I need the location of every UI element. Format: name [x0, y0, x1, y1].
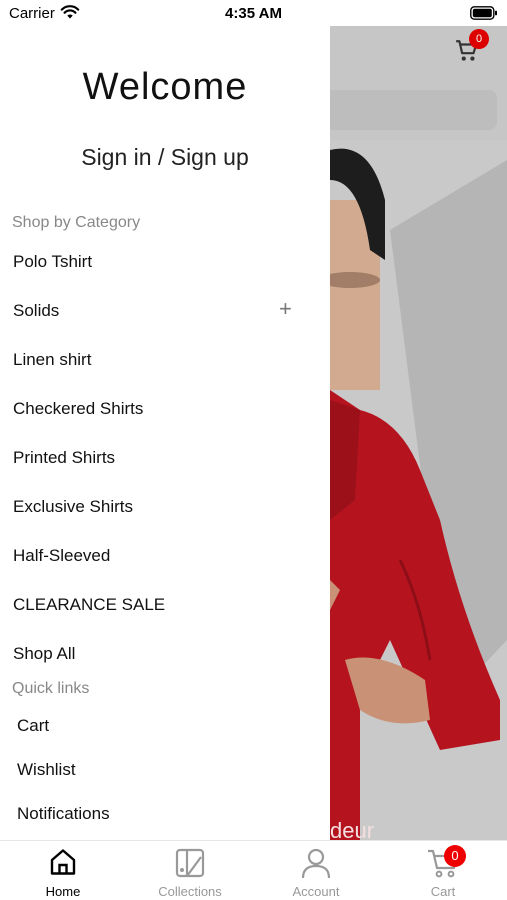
quick-links-label: Quick links: [12, 680, 90, 697]
category-half-sleeved[interactable]: Half-Sleeved: [13, 546, 110, 566]
tab-cart[interactable]: 0 Cart: [380, 841, 506, 900]
tab-account-label: Account: [292, 884, 340, 899]
shop-by-category-label: Shop by Category: [12, 214, 141, 231]
hero-banner-text: deur: [330, 818, 375, 840]
category-linen-shirt[interactable]: Linen shirt: [13, 350, 91, 370]
cart-icon: [380, 847, 506, 881]
cart-badge: 0: [444, 845, 466, 867]
status-bar: Carrier 4:35 AM: [0, 0, 507, 26]
clock: 4:35 AM: [225, 5, 282, 22]
bottom-tab-bar: Home Collections Account 0 Cart: [0, 840, 507, 900]
category-checkered-shirts[interactable]: Checkered Shirts: [13, 399, 143, 419]
quick-link-cart[interactable]: Cart: [17, 716, 49, 736]
background-app[interactable]: 0 deur: [330, 26, 507, 840]
category-exclusive-shirts[interactable]: Exclusive Shirts: [13, 497, 133, 517]
battery-icon: [470, 6, 498, 25]
quick-link-notifications[interactable]: Notifications: [17, 804, 110, 824]
tab-collections-label: Collections: [158, 884, 222, 899]
category-printed-shirts[interactable]: Printed Shirts: [13, 448, 115, 468]
welcome-heading: Welcome: [82, 66, 248, 108]
collections-icon: [127, 847, 253, 881]
background-cart-badge: 0: [469, 29, 489, 49]
tab-home-label: Home: [45, 884, 81, 899]
tab-account[interactable]: Account: [253, 841, 379, 900]
home-icon: [0, 847, 126, 881]
signin-signup-link[interactable]: Sign in / Sign up: [0, 144, 330, 171]
account-icon: [253, 847, 379, 881]
side-drawer: Welcome Sign in / Sign up Shop by Catego…: [0, 26, 330, 840]
hero-banner-image[interactable]: [330, 140, 507, 840]
quick-link-wishlist[interactable]: Wishlist: [17, 760, 76, 780]
category-shop-all[interactable]: Shop All: [13, 644, 75, 664]
category-polo-tshirt[interactable]: Polo Tshirt: [13, 252, 92, 272]
tab-collections[interactable]: Collections: [127, 841, 253, 900]
tab-home[interactable]: Home: [0, 841, 126, 900]
category-clearance-sale[interactable]: CLEARANCE SALE: [13, 595, 165, 615]
background-search-bar[interactable]: [330, 90, 497, 130]
tab-cart-label: Cart: [430, 884, 456, 899]
expand-plus-icon[interactable]: +: [279, 298, 292, 320]
category-solids[interactable]: Solids: [13, 301, 59, 321]
